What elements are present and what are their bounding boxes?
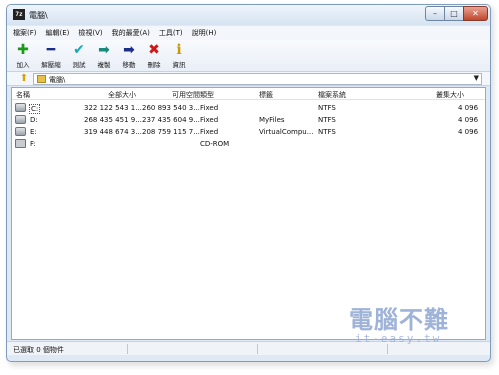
- drive-type: Fixed: [200, 116, 219, 124]
- drive-filesystem: NTFS: [318, 128, 336, 136]
- add-button-label: 加入: [16, 61, 30, 69]
- col-type[interactable]: 類型: [200, 90, 214, 100]
- delete-button[interactable]: ✖ 刪除: [142, 42, 166, 69]
- menu-view[interactable]: 檢視(V): [78, 28, 102, 38]
- menu-file[interactable]: 檔案(F): [13, 28, 37, 38]
- maximize-button[interactable]: □: [444, 6, 464, 21]
- table-row[interactable]: C: 322 122 543 1... 260 893 540 3... Fix…: [12, 102, 485, 114]
- check-icon: ✔: [73, 42, 85, 58]
- drive-label: VirtualCompu...: [259, 128, 314, 136]
- col-name[interactable]: 名稱: [16, 90, 30, 100]
- drive-free: 260 893 540 3...: [142, 104, 200, 112]
- title-bar[interactable]: 7z 電腦\ – □ ✕: [7, 5, 490, 25]
- menu-favorites[interactable]: 我的最愛(A): [112, 28, 150, 38]
- up-folder-icon[interactable]: ⬆: [18, 73, 30, 85]
- drive-name: D:: [30, 116, 38, 124]
- address-dropdown-icon[interactable]: ▼: [474, 74, 479, 82]
- drive-cluster: 4 096: [458, 104, 479, 112]
- table-row[interactable]: E: 319 448 674 3... 208 759 115 7... Fix…: [12, 126, 485, 138]
- table-row[interactable]: D: 268 435 451 9... 237 435 604 9... Fix…: [12, 114, 485, 126]
- address-path: 電腦\: [49, 76, 66, 84]
- drive-cluster: 4 096: [458, 116, 479, 124]
- drive-type: CD-ROM: [200, 140, 230, 148]
- system-drive-icon: [15, 103, 26, 112]
- minus-icon: ━: [46, 42, 56, 58]
- status-divider: [127, 344, 128, 354]
- test-button[interactable]: ✔ 測試: [67, 42, 91, 69]
- drive-label: MyFiles: [259, 116, 285, 124]
- hard-drive-icon: [15, 115, 26, 124]
- drive-total: 322 122 543 1...: [84, 104, 142, 112]
- plus-icon: ✚: [17, 42, 29, 58]
- address-field[interactable]: 電腦\ ▼: [33, 73, 482, 85]
- address-bar: ⬆ 電腦\ ▼: [7, 72, 490, 86]
- status-divider: [257, 344, 258, 354]
- drive-cluster: 4 096: [458, 128, 479, 136]
- info-icon: i: [176, 42, 182, 58]
- delete-x-icon: ✖: [148, 42, 160, 58]
- table-row[interactable]: F: CD-ROM: [12, 138, 485, 150]
- drive-name: C:: [29, 104, 41, 114]
- toolbar: ✚ 加入 ━ 解壓縮 ✔ 測試 ➡ 複製 ➡ 移動 ✖ 刪除 i 資訊: [7, 40, 490, 72]
- menu-help[interactable]: 說明(H): [192, 28, 217, 38]
- list-header: 名稱 全部大小 可用空間 類型 標籤 檔案系統 叢集大小: [12, 88, 485, 100]
- col-label[interactable]: 標籤: [259, 90, 273, 100]
- drive-type: Fixed: [200, 128, 219, 136]
- col-cluster-size[interactable]: 叢集大小: [436, 90, 464, 100]
- drive-name: E:: [30, 128, 37, 136]
- menu-bar: 檔案(F) 編輯(E) 檢視(V) 我的最愛(A) 工具(T) 說明(H): [7, 26, 490, 40]
- copy-button-label: 複製: [97, 61, 111, 69]
- folder-icon: [37, 75, 46, 83]
- drive-total: 319 448 674 3...: [84, 128, 142, 136]
- status-divider: [387, 344, 388, 354]
- close-button[interactable]: ✕: [463, 6, 488, 21]
- drive-free: 237 435 604 9...: [142, 116, 200, 124]
- hard-drive-icon: [15, 127, 26, 136]
- watermark-url: it-easy.tw: [355, 332, 442, 345]
- col-filesystem[interactable]: 檔案系統: [318, 90, 346, 100]
- test-button-label: 測試: [72, 61, 86, 69]
- menu-edit[interactable]: 編輯(E): [46, 28, 70, 38]
- col-free-space[interactable]: 可用空間: [172, 90, 200, 100]
- watermark-title: 電腦不難: [349, 306, 449, 334]
- drive-name: F:: [30, 140, 36, 148]
- move-button-label: 移動: [122, 61, 136, 69]
- info-button[interactable]: i 資訊: [167, 42, 191, 69]
- drive-free: 208 759 115 7...: [142, 128, 200, 136]
- sevenzip-app-icon: 7z: [13, 9, 25, 20]
- move-button[interactable]: ➡ 移動: [117, 42, 141, 69]
- window-title: 電腦\: [29, 11, 48, 20]
- add-button[interactable]: ✚ 加入: [11, 42, 35, 69]
- extract-button[interactable]: ━ 解壓縮: [39, 42, 63, 69]
- menu-tools[interactable]: 工具(T): [159, 28, 183, 38]
- cdrom-drive-icon: [15, 139, 26, 148]
- drive-filesystem: NTFS: [318, 116, 336, 124]
- copy-arrow-icon: ➡: [98, 42, 110, 58]
- extract-button-label: 解壓縮: [41, 61, 61, 69]
- drive-filesystem: NTFS: [318, 104, 336, 112]
- move-arrow-icon: ➡: [123, 42, 135, 58]
- status-text: 已選取 0 個物件: [13, 346, 64, 354]
- info-button-label: 資訊: [172, 61, 186, 69]
- minimize-button[interactable]: –: [425, 6, 445, 21]
- delete-button-label: 刪除: [147, 61, 161, 69]
- drive-total: 268 435 451 9...: [84, 116, 142, 124]
- drive-type: Fixed: [200, 104, 219, 112]
- col-total-size[interactable]: 全部大小: [108, 90, 136, 100]
- copy-button[interactable]: ➡ 複製: [92, 42, 116, 69]
